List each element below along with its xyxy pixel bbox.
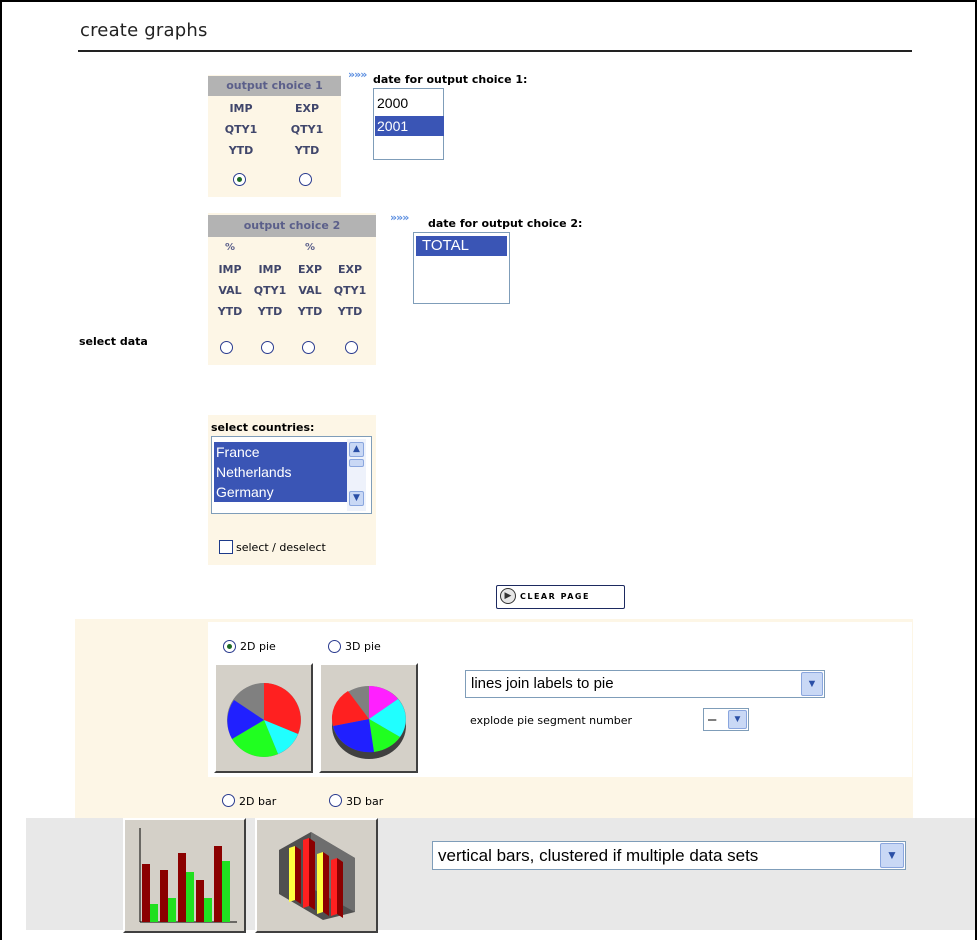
page-title: create graphs — [80, 20, 208, 41]
output-choice-1-panel: output choice 1 IMP QTY1 YTD EXP QTY1 YT… — [208, 75, 341, 197]
bar-2d-radio[interactable] — [222, 794, 235, 807]
clear-page-button[interactable]: ▶ CLEAR PAGE — [496, 585, 625, 609]
country-option-netherlands[interactable]: Netherlands — [214, 462, 347, 482]
countries-label: select countries: — [211, 421, 315, 434]
country-option-germany[interactable]: Germany — [214, 482, 347, 502]
bar-3d-label: 3D bar — [346, 795, 384, 808]
play-icon: ▶ — [500, 588, 516, 604]
bar-3d-button[interactable] — [255, 818, 378, 933]
select-deselect-label: select / deselect — [236, 541, 326, 554]
oc2-radio-exp-qty1-ytd[interactable] — [345, 341, 358, 354]
scroll-thumb[interactable] — [349, 459, 364, 467]
scroll-down-icon[interactable]: ▼ — [349, 491, 364, 506]
oc2-col3-line2: EXP — [297, 263, 323, 276]
oc1-col2-line2: QTY1 — [290, 123, 324, 136]
select-deselect-checkbox[interactable] — [219, 540, 233, 554]
oc1-radio-imp-qty1-ytd[interactable] — [233, 173, 246, 186]
oc2-col1-line3: VAL — [218, 284, 242, 297]
oc1-date-label: date for output choice 1: — [373, 73, 528, 86]
oc2-radio-imp-qty1-ytd[interactable] — [261, 341, 274, 354]
countries-panel: select countries: France Netherlands Ger… — [208, 415, 376, 565]
bar-3d-radio[interactable] — [329, 794, 342, 807]
oc2-col2-line3: QTY1 — [253, 284, 287, 297]
bar-2d-icon — [139, 828, 237, 923]
oc1-arrows-icon: »»» — [348, 68, 367, 81]
oc2-col1-line2: IMP — [218, 263, 242, 276]
oc2-col4-line2: EXP — [337, 263, 363, 276]
chevron-down-icon[interactable]: ▼ — [880, 843, 904, 868]
pie-2d-label: 2D pie — [240, 640, 276, 653]
explode-segment-value: – — [708, 711, 717, 728]
oc2-col3-line4: YTD — [297, 305, 323, 318]
output-choice-2-panel: output choice 2 % IMP VAL YTD IMP QTY1 Y… — [208, 213, 376, 365]
oc1-date-option[interactable]: 2000 — [375, 93, 444, 113]
explode-label: explode pie segment number — [470, 714, 633, 727]
oc2-arrows-icon: »»» — [390, 211, 409, 224]
output-choice-2-header: output choice 2 — [208, 215, 376, 237]
clear-page-label: CLEAR PAGE — [520, 592, 590, 601]
oc1-col2-line1: EXP — [294, 102, 320, 115]
oc1-col1-line2: QTY1 — [224, 123, 258, 136]
countries-listbox[interactable]: France Netherlands Germany ▲ ▼ — [211, 436, 372, 514]
oc2-col1-line4: YTD — [217, 305, 243, 318]
oc2-col1-pct: % — [224, 242, 236, 253]
oc2-col4-line3: QTY1 — [333, 284, 367, 297]
oc2-date-option-selected[interactable]: TOTAL — [416, 236, 507, 256]
title-divider — [78, 50, 912, 52]
oc2-radio-pct-imp-val-ytd[interactable] — [220, 341, 233, 354]
oc2-date-label: date for output choice 2: — [428, 217, 583, 230]
bar-2d-button[interactable] — [123, 818, 246, 933]
oc2-date-listbox[interactable]: TOTAL — [413, 232, 510, 304]
country-option-france[interactable]: France — [214, 442, 347, 462]
bar-2d-label: 2D bar — [239, 795, 277, 808]
pie-3d-label: 3D pie — [345, 640, 381, 653]
pie-3d-icon — [331, 686, 406, 759]
bar-style-select[interactable]: vertical bars, clustered if multiple dat… — [432, 841, 906, 870]
pie-2d-icon — [227, 683, 301, 757]
pie-style-select[interactable]: lines join labels to pie ▼ — [465, 670, 825, 698]
oc2-col3-pct: % — [304, 242, 316, 253]
pie-2d-radio[interactable] — [223, 640, 236, 653]
output-choice-1-header: output choice 1 — [208, 76, 341, 96]
bar-3d-icon — [279, 832, 355, 920]
pie-options-panel — [208, 622, 912, 777]
window-top-edge — [0, 0, 977, 2]
pie-2d-button[interactable] — [214, 663, 313, 773]
oc2-radio-pct-exp-val-ytd[interactable] — [302, 341, 315, 354]
scroll-up-icon[interactable]: ▲ — [349, 442, 364, 457]
pie-style-value: lines join labels to pie — [471, 675, 614, 692]
oc1-radio-exp-qty1-ytd[interactable] — [299, 173, 312, 186]
oc1-col1-line3: YTD — [228, 144, 254, 157]
oc2-col2-line4: YTD — [257, 305, 283, 318]
oc1-date-listbox[interactable]: 2000 2001 — [373, 88, 444, 160]
explode-segment-select[interactable]: – ▼ — [703, 708, 749, 731]
oc1-date-option-selected[interactable]: 2001 — [375, 116, 444, 136]
bar-style-value: vertical bars, clustered if multiple dat… — [438, 846, 759, 865]
select-data-label: select data — [79, 335, 148, 348]
pie-3d-button[interactable] — [319, 663, 418, 773]
countries-scrollbar[interactable]: ▲ ▼ — [347, 439, 366, 511]
chevron-down-icon[interactable]: ▼ — [728, 710, 747, 729]
chevron-down-icon[interactable]: ▼ — [801, 672, 823, 696]
oc1-col1-line1: IMP — [229, 102, 253, 115]
oc2-col3-line3: VAL — [298, 284, 322, 297]
pie-3d-radio[interactable] — [328, 640, 341, 653]
window-left-edge — [0, 0, 2, 940]
oc2-col2-line2: IMP — [258, 263, 282, 276]
oc2-col4-line4: YTD — [337, 305, 363, 318]
oc1-col2-line3: YTD — [294, 144, 320, 157]
